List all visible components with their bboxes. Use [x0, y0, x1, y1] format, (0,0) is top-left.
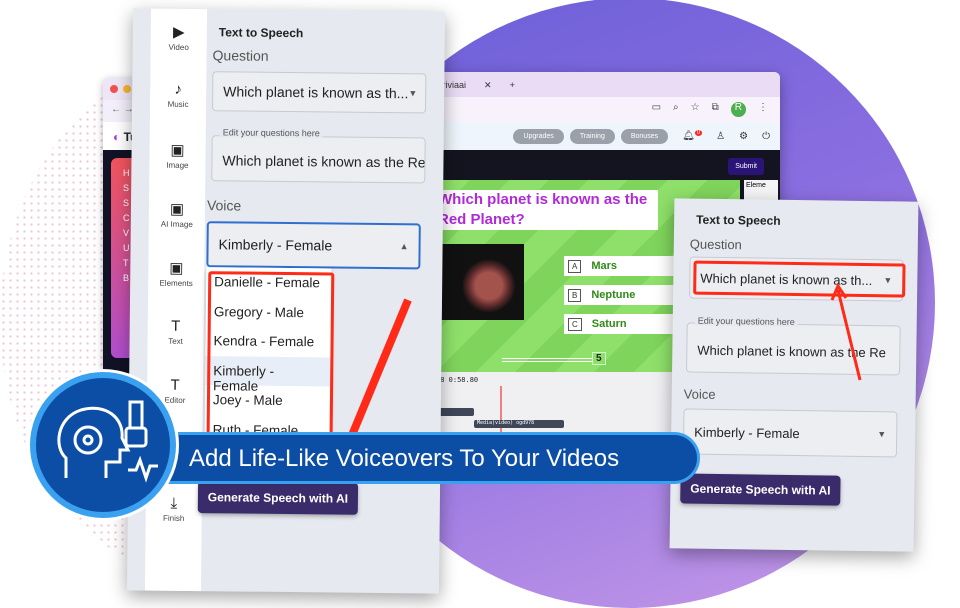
video-icon: ▶ — [172, 23, 185, 41]
voice-select[interactable]: Kimberly - Female ▲ — [206, 221, 421, 270]
sidebar-item-video[interactable]: ▶ Video — [151, 23, 207, 53]
voice-select[interactable]: Kimberly - Female ▼ — [682, 408, 898, 458]
bonuses-button[interactable]: Bonuses — [620, 128, 669, 144]
voice-label: Voice — [206, 197, 242, 214]
panel-title: Text to Speech — [696, 212, 781, 228]
elements-icon: ▣ — [169, 259, 184, 277]
submit-button[interactable]: Submit — [728, 158, 764, 175]
red-arrow — [346, 298, 412, 442]
sidebar-item-text[interactable]: T Text — [148, 318, 204, 347]
question-label: Question — [689, 236, 742, 253]
notification-badge: 0 — [694, 130, 703, 137]
menu-icon[interactable]: ⋮ — [758, 102, 768, 117]
panel-title: Text to Speech — [218, 25, 304, 41]
music-icon: ♪ — [174, 80, 183, 98]
training-button[interactable]: Training — [569, 128, 615, 144]
new-tab-icon[interactable]: + — [510, 80, 515, 90]
image-icon: ▣ — [170, 141, 185, 159]
planet-image[interactable] — [436, 244, 524, 320]
voice-label: Voice — [683, 386, 716, 402]
timeline-clip[interactable]: Media(video) ogd978 — [474, 420, 564, 428]
star-icon[interactable]: ☆ — [691, 102, 700, 117]
banner-text: Add Life-Like Voiceovers To Your Videos — [160, 432, 700, 484]
edit-question-input[interactable]: Which planet is known as the Re — [211, 135, 426, 184]
sidebar-item-elements[interactable]: ▣ Elements — [148, 259, 204, 289]
question-select[interactable]: Which planet is known as th... ▼ — [211, 71, 427, 114]
ai-image-icon: ▣ — [169, 200, 185, 218]
text-icon: T — [171, 317, 181, 335]
power-icon[interactable]: ⏻ — [762, 131, 770, 142]
headset-voice-icon — [30, 372, 176, 518]
highlight-box — [693, 260, 906, 298]
zoom-icon[interactable]: ⌕ — [673, 102, 679, 117]
timer-bar — [502, 358, 592, 362]
question-label: Question — [212, 47, 269, 64]
generate-speech-button[interactable]: Generate Speech with AI — [680, 473, 841, 506]
red-arrow — [830, 282, 862, 381]
timer-value: 5 — [592, 352, 606, 365]
sidebar-item-ai-image[interactable]: ▣ AI Image — [149, 200, 205, 230]
extensions-icon[interactable]: ⧉ — [712, 102, 719, 117]
generate-speech-button[interactable]: Generate Speech with AI — [197, 481, 359, 515]
user-icon[interactable]: ♙ — [716, 131, 725, 142]
sidebar-item-music[interactable]: ♪ Music — [150, 81, 206, 110]
upgrades-button[interactable]: Upgrades — [513, 128, 564, 144]
edit-question-label: Edit your questions here — [694, 315, 798, 328]
cast-icon[interactable]: ▭ — [652, 102, 661, 117]
profile-avatar[interactable]: R — [730, 102, 746, 117]
bell-icon[interactable]: 🔔︎ 0 — [682, 130, 703, 142]
sidebar-item-image[interactable]: ▣ Image — [149, 141, 205, 171]
chevron-up-icon: ▲ — [399, 241, 409, 252]
chevron-down-icon: ▼ — [877, 429, 887, 440]
chevron-down-icon: ▼ — [408, 88, 418, 99]
close-tab-icon[interactable]: ✕ — [484, 80, 492, 90]
tts-panel-right: Text to Speech Question Which planet is … — [669, 198, 919, 552]
gear-icon[interactable]: ⚙ — [739, 131, 748, 142]
quiz-question[interactable]: Which planet is known as the Red Planet? — [430, 190, 658, 230]
edit-question-label: Edit your questions here — [219, 127, 323, 139]
